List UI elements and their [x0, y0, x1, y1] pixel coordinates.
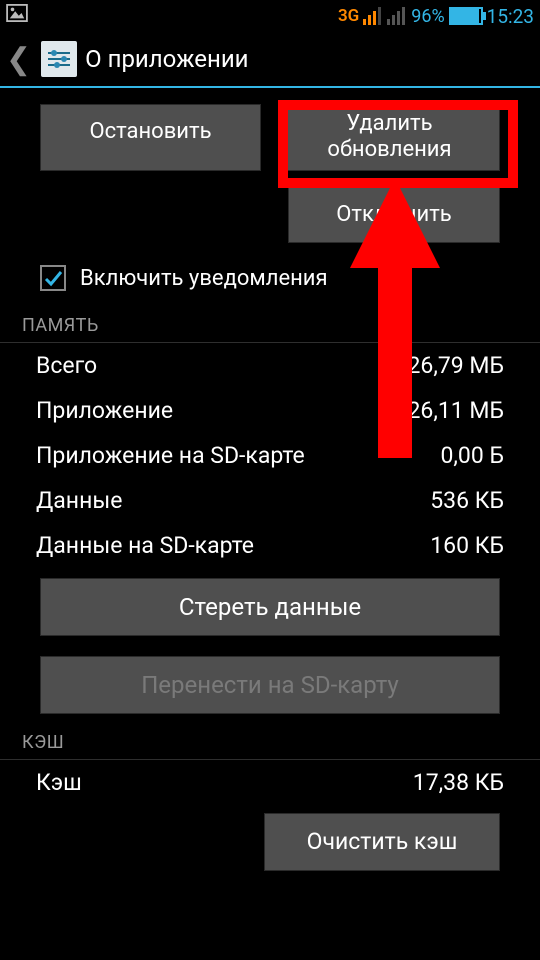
memory-row-value: 160 КБ: [430, 532, 504, 559]
memory-row: Приложение 26,11 МБ: [0, 388, 540, 433]
memory-section-header: ПАМЯТЬ: [0, 307, 540, 343]
battery-percent: 96%: [411, 6, 444, 27]
memory-row-value: 536 КБ: [430, 487, 504, 514]
page-title: О приложении: [85, 45, 248, 73]
memory-row-label: Приложение: [36, 397, 173, 424]
gallery-icon: [6, 4, 28, 27]
status-bar: 3G 96% 15:23: [0, 0, 540, 32]
cache-label: Кэш: [36, 769, 82, 796]
memory-row-label: Данные на SD-карте: [36, 532, 254, 559]
delete-updates-button[interactable]: Удалить обновления: [279, 104, 500, 171]
memory-row-value: 0,00 Б: [440, 442, 504, 469]
enable-notifications-row[interactable]: Включить уведомления: [0, 251, 540, 307]
cache-row: Кэш 17,38 КБ: [0, 760, 540, 805]
memory-row: Приложение на SD-карте 0,00 Б: [0, 433, 540, 478]
network-3g-label: 3G: [338, 6, 359, 26]
memory-row-label: Всего: [36, 352, 97, 379]
memory-row: Данные на SD-карте 160 КБ: [0, 523, 540, 568]
disable-button[interactable]: Отключить: [288, 187, 500, 243]
memory-row: Всего 26,79 МБ: [0, 343, 540, 388]
stop-button[interactable]: Остановить: [40, 104, 261, 171]
memory-row-label: Приложение на SD-карте: [36, 442, 305, 469]
battery-icon: [449, 7, 483, 25]
memory-row-value: 26,11 МБ: [407, 397, 504, 424]
cache-section-header: КЭШ: [0, 724, 540, 760]
memory-row-value: 26,79 МБ: [407, 352, 504, 379]
back-chevron-icon[interactable]: ❮: [4, 42, 33, 77]
checkbox-checked-icon[interactable]: [40, 265, 66, 291]
move-to-sd-button: Перенести на SD-карту: [40, 656, 500, 714]
app-header: ❮ О приложении: [0, 32, 540, 88]
clear-cache-button[interactable]: Очистить кэш: [264, 813, 500, 871]
clear-data-button[interactable]: Стереть данные: [40, 578, 500, 636]
memory-row: Данные 536 КБ: [0, 478, 540, 523]
enable-notifications-label: Включить уведомления: [80, 266, 328, 291]
cache-value: 17,38 КБ: [413, 769, 504, 796]
signal-icon-2: [387, 7, 407, 25]
clock: 15:23: [487, 5, 534, 28]
memory-row-label: Данные: [36, 487, 122, 514]
settings-app-icon[interactable]: [41, 41, 77, 77]
signal-icon: [363, 7, 383, 25]
